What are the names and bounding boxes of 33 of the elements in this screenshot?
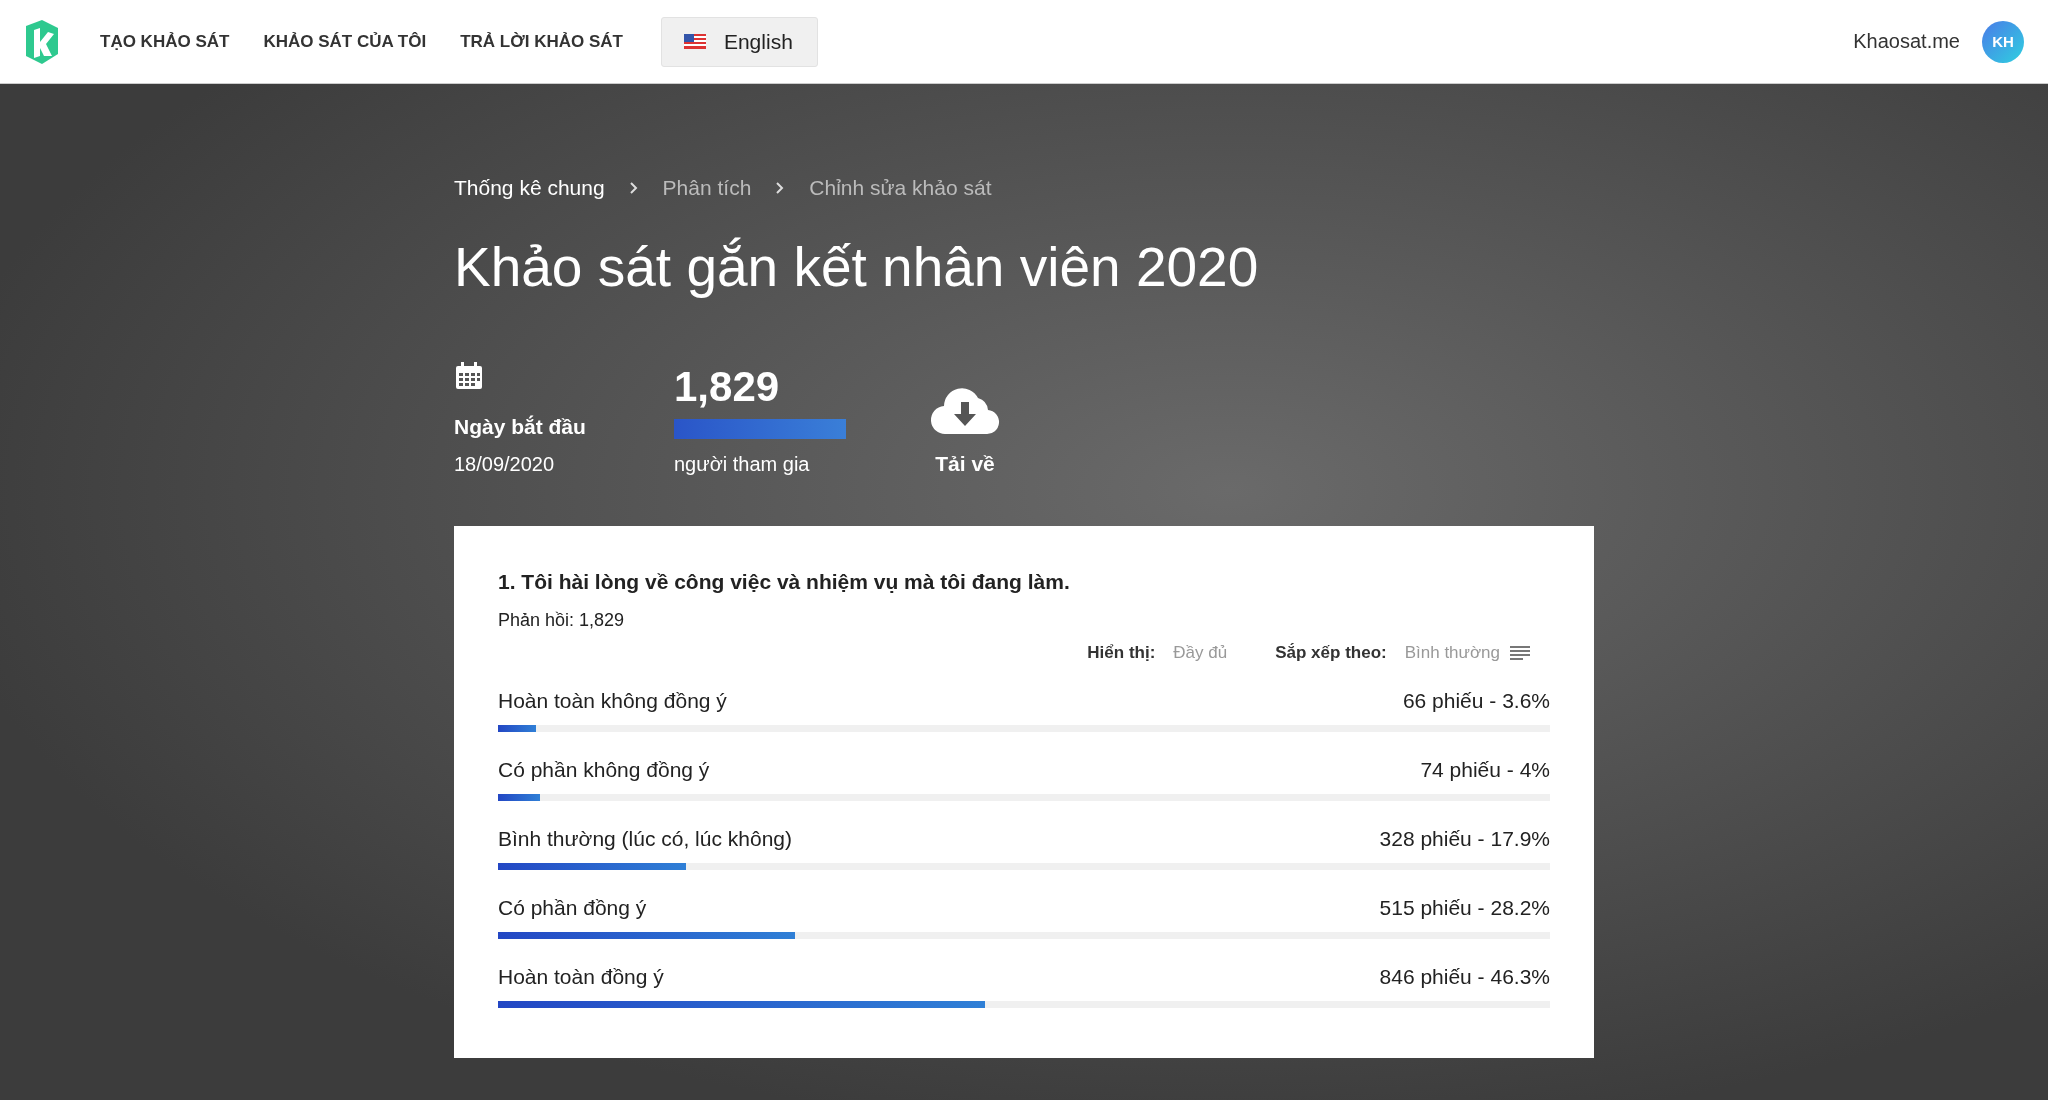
nav-link[interactable]: TRẢ LỜI KHẢO SÁT	[460, 31, 623, 52]
sort-label: Sắp xếp theo:	[1275, 643, 1387, 663]
calendar-icon	[454, 361, 484, 391]
response-count: Phản hồi: 1,829	[498, 610, 626, 631]
question-title: 1. Tôi hài lòng về công việc và nhiệm vụ mà tôi đang làm.	[498, 570, 1071, 594]
start-date-label: Ngày bắt đầu	[454, 415, 586, 439]
nav-link[interactable]: TẠO KHẢO SÁT	[100, 31, 230, 52]
option-label: Có phần đồng ý	[498, 896, 647, 920]
vote-count: 328 phiếu - 17.9%	[1379, 827, 1550, 851]
breadcrumb-link[interactable]: Chỉnh sửa khảo sát	[809, 176, 992, 200]
start-date: 18/09/2020	[454, 453, 555, 476]
vote-count: 515 phiếu - 28.2%	[1379, 896, 1550, 920]
breadcrumb-link[interactable]: Thống kê chung	[454, 176, 605, 200]
download-label[interactable]: Tải về	[935, 452, 995, 476]
language-button[interactable]: English	[660, 16, 818, 67]
option-label: Có phần không đồng ý	[498, 758, 710, 782]
option-label: Bình thường (lúc có, lúc không)	[498, 827, 792, 851]
participant-label: người tham gia	[674, 453, 810, 476]
nav-link[interactable]: KHẢO SÁT CỦA TÔI	[263, 31, 427, 52]
survey-title: Khảo sát gắn kết nhân viên 2020	[454, 235, 1260, 300]
flag-icon	[683, 34, 706, 49]
chevron-icon	[775, 181, 786, 195]
breadcrumb-link[interactable]: Phân tích	[662, 176, 752, 200]
vote-count: 846 phiếu - 46.3%	[1379, 965, 1550, 989]
option-label: Hoàn toàn đồng ý	[498, 965, 664, 989]
display-label: Hiển thị:	[1087, 643, 1156, 663]
option-label: Hoàn toàn không đồng ý	[498, 689, 727, 713]
participant-count: 1,829	[674, 363, 780, 411]
vote-count: 66 phiếu - 3.6%	[1402, 689, 1550, 713]
site-name: Khaosat.me	[1853, 30, 1960, 53]
vote-count: 74 phiếu - 4%	[1420, 758, 1550, 782]
chevron-icon	[628, 181, 639, 195]
lines-icon[interactable]	[1510, 645, 1530, 661]
